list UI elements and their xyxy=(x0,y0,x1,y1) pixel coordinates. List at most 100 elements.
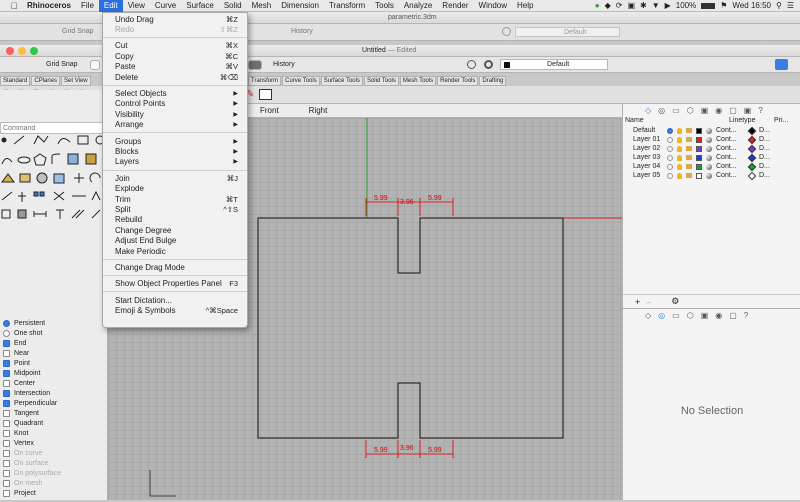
help-tab-icon[interactable]: ? xyxy=(744,311,748,320)
osnap-end[interactable]: End xyxy=(0,338,108,348)
menu-analyze[interactable]: Analyze xyxy=(399,0,437,12)
material-tab-icon[interactable]: ◉ xyxy=(715,106,722,115)
menu-item-emoji-symbols[interactable]: Emoji & Symbols ^⌘Space xyxy=(103,305,247,315)
lock-icon[interactable] xyxy=(686,173,692,178)
layer-color-swatch[interactable] xyxy=(696,154,702,161)
current-layer-icon[interactable] xyxy=(667,136,673,143)
viewport-tab-icon[interactable]: ▢ xyxy=(729,311,737,320)
material-tab-icon[interactable]: ◉ xyxy=(715,311,722,320)
checkbox[interactable] xyxy=(3,379,10,387)
layer-print-width[interactable]: D... xyxy=(759,163,770,170)
menu-item-rebuild[interactable]: Rebuild xyxy=(103,215,247,225)
osnap-midpoint[interactable]: Midpoint xyxy=(0,368,108,378)
checkbox[interactable] xyxy=(3,409,10,417)
menu-item-split[interactable]: Split ^⇧S xyxy=(103,204,247,214)
osnap-tangent[interactable]: Tangent xyxy=(0,408,108,418)
tool-tab-set-view[interactable]: Set View xyxy=(61,76,91,86)
material-icon[interactable] xyxy=(706,136,712,143)
menu-edit[interactable]: Edit xyxy=(98,0,123,12)
visibility-bulb-icon[interactable] xyxy=(677,145,682,152)
menu-item-change-drag-mode[interactable]: Change Drag Mode xyxy=(103,262,247,272)
minimize-window-icon[interactable] xyxy=(18,47,26,55)
back-record-icon[interactable] xyxy=(502,27,511,36)
help-tab-icon[interactable]: ? xyxy=(758,106,762,115)
osnap-quadrant[interactable]: Quadrant xyxy=(0,418,108,428)
add-layer-button[interactable]: + xyxy=(635,297,640,307)
menu-item-explode[interactable]: Explode xyxy=(103,183,247,193)
osnap-intersection[interactable]: Intersection xyxy=(0,388,108,398)
osnap-persistent[interactable]: Persistent xyxy=(0,318,108,328)
osnap-center[interactable]: Center xyxy=(0,378,108,388)
current-layer-icon[interactable] xyxy=(667,127,673,134)
screen-icon[interactable]: ▣ xyxy=(627,1,635,10)
menu-item-show-object-properties-panel[interactable]: Show Object Properties Panel F3 xyxy=(103,279,247,289)
print-color-icon[interactable] xyxy=(747,126,757,135)
ortho-toggle[interactable] xyxy=(90,60,100,70)
menu-item-visibility[interactable]: Visibility ▶ xyxy=(103,109,247,119)
volume-icon[interactable]: ▶ xyxy=(665,1,671,10)
menu-item-control-points[interactable]: Control Points ▶ xyxy=(103,99,247,109)
menu-item-paste[interactable]: Paste ⌘V xyxy=(103,62,247,72)
checkbox[interactable] xyxy=(3,389,10,397)
clock[interactable]: Wed 16:50 xyxy=(732,1,771,10)
layer-linetype[interactable]: Cont... xyxy=(716,154,746,161)
search-icon[interactable]: ⚲ xyxy=(776,1,782,10)
visibility-bulb-icon[interactable] xyxy=(677,154,682,161)
menu-render[interactable]: Render xyxy=(437,0,473,12)
menu-tools[interactable]: Tools xyxy=(370,0,399,12)
radio-button[interactable] xyxy=(3,319,10,327)
current-layer-icon[interactable] xyxy=(667,145,673,152)
checkbox[interactable] xyxy=(3,429,10,437)
layer-print-width[interactable]: D... xyxy=(759,145,770,152)
current-layer-icon[interactable] xyxy=(667,163,673,170)
menu-item-select-objects[interactable]: Select Objects ▶ xyxy=(103,88,247,98)
layer-linetype[interactable]: Cont... xyxy=(716,127,746,134)
back-layer-field[interactable]: Default xyxy=(515,27,620,37)
lock-icon[interactable] xyxy=(686,146,692,151)
osnap-knot[interactable]: Knot xyxy=(0,428,108,438)
camera-tab-icon[interactable]: ▣ xyxy=(701,106,709,115)
checkbox[interactable] xyxy=(3,439,10,447)
material-icon[interactable] xyxy=(706,145,712,152)
print-color-icon[interactable] xyxy=(747,162,757,171)
object-tab-icon[interactable]: ⬡ xyxy=(687,311,694,320)
dropbox-icon[interactable]: ◆ xyxy=(605,1,611,10)
tool-tab-mesh-tools[interactable]: Mesh Tools xyxy=(399,76,437,86)
tab-right[interactable]: Right xyxy=(309,106,328,115)
layer-row[interactable]: Layer 01 Cont... D... xyxy=(623,135,800,144)
visibility-bulb-icon[interactable] xyxy=(677,172,682,179)
battery-icon[interactable] xyxy=(701,2,716,9)
remove-layer-button[interactable]: – xyxy=(646,297,651,307)
zoom-window-icon[interactable] xyxy=(30,47,38,55)
material-icon[interactable] xyxy=(706,163,712,170)
notifications-icon[interactable]: ☰ xyxy=(787,1,794,10)
radio-button[interactable] xyxy=(3,329,10,337)
material-icon[interactable] xyxy=(706,127,712,134)
lock-icon[interactable] xyxy=(686,128,692,133)
layer-print-width[interactable]: D... xyxy=(759,127,770,134)
layer-print-width[interactable]: D... xyxy=(759,172,770,179)
display-tab-icon[interactable]: ◎ xyxy=(658,106,665,115)
osnap-perpendicular[interactable]: Perpendicular xyxy=(0,398,108,408)
menu-item-groups[interactable]: Groups ▶ xyxy=(103,136,247,146)
checkbox[interactable] xyxy=(3,349,10,357)
print-color-icon[interactable] xyxy=(747,135,757,144)
lock-icon[interactable] xyxy=(686,155,692,160)
checkbox[interactable] xyxy=(3,369,10,377)
tool-tab-solid-tools[interactable]: Solid Tools xyxy=(363,76,399,86)
checkbox[interactable] xyxy=(3,359,10,367)
layer-color-swatch[interactable] xyxy=(696,163,702,170)
menu-item-trim[interactable]: Trim ⌘T xyxy=(103,194,247,204)
layer-field[interactable]: Default xyxy=(500,59,608,70)
layer-row[interactable]: Layer 05 Cont... D... xyxy=(623,171,800,180)
flag-icon[interactable]: ⚑ xyxy=(720,1,727,10)
history-seg-dark[interactable] xyxy=(248,60,262,70)
menu-item-change-degree[interactable]: Change Degree xyxy=(103,225,247,235)
layers-tab-icon[interactable]: ◇ xyxy=(645,106,651,115)
checkbox[interactable] xyxy=(3,419,10,427)
document-tab-icon[interactable]: ▭ xyxy=(672,311,680,320)
menu-solid[interactable]: Solid xyxy=(219,0,247,12)
layer-print-width[interactable]: D... xyxy=(759,136,770,143)
menu-item-join[interactable]: Join ⌘J xyxy=(103,173,247,183)
tool-tab-cplanes[interactable]: CPlanes xyxy=(31,76,61,86)
